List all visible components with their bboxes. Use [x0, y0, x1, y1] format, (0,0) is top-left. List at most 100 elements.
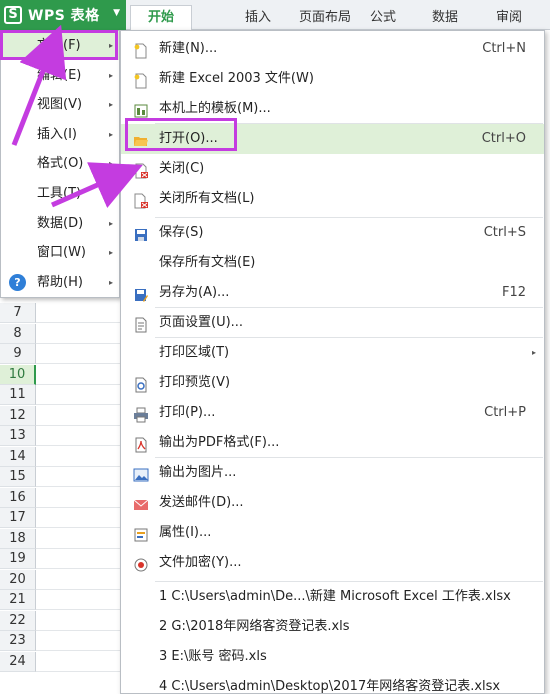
- row-header[interactable]: 17: [0, 508, 36, 528]
- app-menu-button[interactable]: S WPS 表格 ▼: [0, 0, 126, 30]
- row-header[interactable]: 22: [0, 610, 36, 631]
- shortcut-label: Ctrl+O: [481, 131, 526, 146]
- cell-row[interactable]: [36, 324, 126, 344]
- row-header[interactable]: 10: [0, 364, 36, 385]
- file-menu-item[interactable]: 文件加密(Y)...: [121, 548, 544, 578]
- file-menu-item[interactable]: 关闭所有文档(L): [121, 184, 544, 214]
- cell-row[interactable]: [36, 406, 126, 426]
- row-header[interactable]: 12: [0, 405, 36, 426]
- cell-row[interactable]: [36, 385, 126, 405]
- submenu-arrow-icon: ▸: [108, 70, 113, 80]
- cell-row[interactable]: [36, 508, 126, 528]
- cell-row[interactable]: [36, 549, 126, 569]
- file-menu-item[interactable]: 页面设置(U)...: [121, 308, 544, 338]
- row-header[interactable]: 20: [0, 569, 36, 590]
- cell-row[interactable]: [36, 488, 126, 508]
- row-header[interactable]: 13: [0, 426, 36, 446]
- row-header[interactable]: 16: [0, 487, 36, 508]
- file-menu-item-label: 新建(N)...: [159, 41, 218, 56]
- cell-row[interactable]: [36, 303, 126, 323]
- tab-data[interactable]: 数据: [420, 6, 470, 30]
- tab-formulas[interactable]: 公式: [358, 6, 408, 30]
- file-menu-item[interactable]: 1 C:\Users\admin\De...\新建 Microsoft Exce…: [121, 582, 544, 612]
- row-header[interactable]: 19: [0, 549, 36, 569]
- file-menu-item-label: 打印区域(T): [159, 345, 230, 360]
- main-menu-item[interactable]: 窗口(W) ▸: [1, 238, 119, 267]
- pdf-icon: [133, 435, 149, 453]
- main-menu: 文件(F) ▸ 编辑(E) ▸ 视图(V) ▸ 插入(I) ▸ 格式(O) ▸ 工具(T) ▸ 数据(D…: [0, 30, 120, 298]
- file-menu-item-label: 打印(P)...: [159, 405, 216, 420]
- cell-row[interactable]: [36, 570, 126, 590]
- row-header[interactable]: 24: [0, 651, 36, 672]
- file-menu-item[interactable]: 输出为PDF格式(F)...: [121, 428, 544, 458]
- file-menu-item-label: 页面设置(U)...: [159, 315, 244, 330]
- file-menu-item-label: 属性(I)...: [159, 525, 212, 540]
- row-header[interactable]: 23: [0, 631, 36, 651]
- file-menu-item[interactable]: 打印预览(V): [121, 368, 544, 398]
- image-export-icon: [133, 465, 149, 482]
- menu-separator: [155, 581, 543, 582]
- file-menu-item[interactable]: 关闭(C): [121, 154, 544, 184]
- new-excel-icon: [133, 71, 149, 89]
- mail-icon: [133, 495, 149, 511]
- row-header[interactable]: 8: [0, 323, 36, 344]
- print-icon: [133, 405, 149, 423]
- file-menu-item[interactable]: 4 C:\Users\admin\Desktop\2017年网络客资登记表.xl…: [121, 672, 544, 694]
- tab-page-layout[interactable]: 页面布局: [290, 6, 360, 30]
- main-menu-item[interactable]: 编辑(E) ▸: [1, 61, 119, 90]
- cell-row[interactable]: [36, 631, 126, 651]
- row-header[interactable]: 18: [0, 528, 36, 549]
- tab-review[interactable]: 审阅: [484, 6, 534, 30]
- cell-row[interactable]: [36, 447, 126, 467]
- file-menu-item[interactable]: 新建(N)... Ctrl+N: [121, 34, 544, 64]
- file-menu-item-label: 保存所有文档(E): [159, 255, 256, 270]
- cell-row[interactable]: [36, 611, 126, 631]
- tab-insert[interactable]: 插入: [230, 6, 286, 30]
- file-menu-item-label: 本机上的模板(M)...: [159, 101, 271, 116]
- file-menu-item[interactable]: 另存为(A)... F12: [121, 278, 544, 308]
- file-menu-item-label: 3 E:\账号 密码.xls: [159, 649, 267, 664]
- main-menu-item-label: 格式(O): [37, 156, 84, 172]
- cell-row[interactable]: [36, 365, 126, 385]
- file-menu-item-label: 输出为图片...: [159, 465, 237, 480]
- file-menu-item[interactable]: 新建 Excel 2003 文件(W): [121, 64, 544, 94]
- row-header[interactable]: 14: [0, 446, 36, 467]
- submenu-arrow-icon: ▸: [108, 248, 113, 258]
- main-menu-item[interactable]: 视图(V) ▸: [1, 90, 119, 119]
- main-menu-item[interactable]: ? 帮助(H) ▸: [1, 268, 119, 297]
- main-menu-item[interactable]: 工具(T) ▸: [1, 179, 119, 208]
- row-header[interactable]: 9: [0, 344, 36, 364]
- file-menu-item[interactable]: 保存(S) Ctrl+S: [121, 218, 544, 248]
- cell-row[interactable]: [36, 467, 126, 487]
- file-menu-item[interactable]: 打印(P)... Ctrl+P: [121, 398, 544, 428]
- chevron-down-icon[interactable]: ▼: [113, 8, 120, 18]
- file-menu-item[interactable]: 2 G:\2018年网络客资登记表.xls: [121, 612, 544, 642]
- cell-row[interactable]: [36, 426, 126, 446]
- help-icon: ?: [9, 273, 26, 291]
- template-icon: [133, 101, 149, 118]
- tab-home[interactable]: 开始: [130, 5, 192, 31]
- cell-row[interactable]: [36, 652, 126, 672]
- row-header[interactable]: 7: [0, 303, 36, 323]
- file-menu-item[interactable]: 保存所有文档(E): [121, 248, 544, 278]
- main-menu-item[interactable]: 格式(O) ▸: [1, 149, 119, 178]
- annotation-box-open: [125, 118, 237, 151]
- row-header[interactable]: 11: [0, 385, 36, 405]
- page-setup-icon: [133, 315, 149, 333]
- file-menu-item[interactable]: 3 E:\账号 密码.xls: [121, 642, 544, 672]
- main-menu-item[interactable]: 数据(D) ▸: [1, 209, 119, 238]
- row-header[interactable]: 15: [0, 467, 36, 487]
- file-menu-item-label: 2 G:\2018年网络客资登记表.xls: [159, 619, 350, 634]
- new-file-icon: [133, 41, 149, 59]
- file-menu-item[interactable]: 打印区域(T) ▸: [121, 338, 544, 368]
- row-header[interactable]: 21: [0, 590, 36, 610]
- cell-row[interactable]: [36, 344, 126, 364]
- cell-row[interactable]: [36, 529, 126, 549]
- file-menu-item[interactable]: 输出为图片...: [121, 458, 544, 488]
- file-menu-item[interactable]: 属性(I)...: [121, 518, 544, 548]
- file-menu-item[interactable]: 发送邮件(D)...: [121, 488, 544, 518]
- main-menu-item[interactable]: 插入(I) ▸: [1, 120, 119, 149]
- shortcut-label: Ctrl+S: [483, 225, 526, 240]
- save-as-icon: [133, 285, 149, 302]
- cell-row[interactable]: [36, 590, 126, 610]
